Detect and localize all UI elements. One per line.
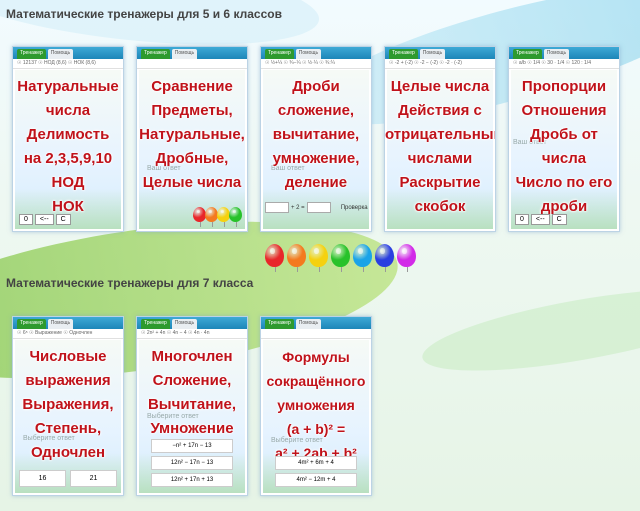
topic-selector[interactable]: ☉ 2n² + 4n ☉ 4n − 4 ☉ 4n · 4n: [137, 329, 247, 339]
section-title-grade-7: Математические тренажеры для 7 класса: [6, 276, 254, 290]
tab-help[interactable]: Помощь: [171, 319, 198, 329]
key-0[interactable]: 0: [515, 214, 529, 225]
answer-options: 16 21: [19, 470, 117, 487]
tab-trainer[interactable]: Тренажер: [141, 319, 170, 329]
answer-option[interactable]: 21: [70, 470, 117, 487]
keypad: 0 <-- C: [19, 214, 71, 225]
topic-selector[interactable]: ☉ a/b ☉ 1/4 ☉ 30 · 1/4 ☉ 120 : 1/4: [509, 59, 619, 69]
card-tabs: Тренажер Помощь: [137, 47, 247, 59]
tab-help[interactable]: Помощь: [419, 49, 446, 59]
answer-options: 4m² + 6m + 4 4m² − 12m + 4: [275, 456, 357, 487]
balloon-icon: [265, 244, 284, 272]
answer-option[interactable]: 12n² + 17n + 13: [151, 473, 233, 487]
topic-selector[interactable]: ☉ 6⁵ ☉ Выражение ☉ Одночлен: [13, 329, 123, 339]
tab-trainer[interactable]: Тренажер: [265, 319, 294, 329]
card-tabs: Тренажер Помощь: [261, 47, 371, 59]
trainer-card-polynomials[interactable]: Тренажер Помощь ☉ 2n² + 4n ☉ 4n − 4 ☉ 4n…: [136, 316, 248, 496]
card-label: Пропорции Отношения Дробь от числа Число п…: [515, 78, 613, 215]
answer-options: −n² + 17n − 13 12n² − 17n − 13 12n² + 17…: [151, 439, 233, 487]
balloon-icon: [331, 244, 350, 272]
card-label: Числовые выражения Выражения, Степень, Одн…: [22, 348, 114, 461]
card-tabs: Тренажер Помощь: [261, 317, 371, 329]
card-label: Многочлен Сложение, Вычитание, Умножение: [147, 348, 237, 437]
balloon-icon: [229, 207, 242, 227]
card-tabs: Тренажер Помощь: [509, 47, 619, 59]
card-tabs: Тренажер Помощь: [137, 317, 247, 329]
tab-help[interactable]: Помощь: [171, 49, 198, 59]
trainer-card-natural-numbers[interactable]: Тренажер Помощь ☉ 12137 ☉ НОД (8,6) ☉ НО…: [12, 46, 124, 232]
tab-trainer[interactable]: Тренажер: [513, 49, 542, 59]
trainer-card-multiplication-formulas[interactable]: Тренажер Помощь Выберите ответ Формулы со…: [260, 316, 372, 496]
tab-help[interactable]: Помощь: [295, 319, 322, 329]
answer-option[interactable]: −n² + 17n − 13: [151, 439, 233, 453]
tab-trainer[interactable]: Тренажер: [17, 49, 46, 59]
key-clear[interactable]: C: [551, 214, 567, 225]
card-tabs: Тренажер Помощь: [13, 317, 123, 329]
answer-option[interactable]: 4m² + 6m + 4: [275, 456, 357, 470]
topic-selector[interactable]: ☉ ½+¼ ☉ ¾−¼ ☉ ½·¼ ☉ ¾:¼: [261, 59, 371, 69]
balloon-icon: [353, 244, 372, 272]
tab-trainer[interactable]: Тренажер: [389, 49, 418, 59]
balloon-icon: [397, 244, 416, 272]
answer-option[interactable]: 4m² − 12m + 4: [275, 473, 357, 487]
tab-help[interactable]: Помощь: [47, 319, 74, 329]
fraction-answer-row: + 2 = Проверка: [265, 202, 368, 213]
card-label: Дроби сложение, вычитание, умножение, деле…: [272, 78, 360, 191]
tab-trainer[interactable]: Тренажер: [17, 319, 46, 329]
tab-help[interactable]: Помощь: [295, 49, 322, 59]
tab-help[interactable]: Помощь: [47, 49, 74, 59]
tab-trainer[interactable]: Тренажер: [265, 49, 294, 59]
trainer-card-fractions[interactable]: Тренажер Помощь ☉ ½+¼ ☉ ¾−¼ ☉ ½·¼ ☉ ¾:¼ …: [260, 46, 372, 232]
trainer-card-numeric-expressions[interactable]: Тренажер Помощь ☉ 6⁵ ☉ Выражение ☉ Одноч…: [12, 316, 124, 496]
card-label: Сравнение Предметы, Натуральные, Дробные, …: [139, 78, 245, 191]
balloon-icon: [309, 244, 328, 272]
balloon-icon: [375, 244, 394, 272]
balloon-icon: [287, 244, 306, 272]
card-label: Формулы сокращённого умножения (a + b)² = …: [266, 349, 366, 461]
key-backspace[interactable]: <--: [34, 214, 54, 225]
key-clear[interactable]: C: [55, 214, 71, 225]
plus-sign: + 2 =: [291, 204, 305, 211]
card-tabs: Тренажер Помощь: [13, 47, 123, 59]
card-label: Целые числа Действия с отрицательным числа…: [385, 78, 496, 215]
trainer-card-comparison[interactable]: Тренажер Помощь Ваш ответ Сравнение Предм…: [136, 46, 248, 232]
answer-field-2[interactable]: [306, 202, 331, 213]
keypad: 0 <-- C: [515, 214, 567, 225]
key-backspace[interactable]: <--: [530, 214, 550, 225]
tab-trainer[interactable]: Тренажер: [141, 49, 170, 59]
tab-help[interactable]: Помощь: [543, 49, 570, 59]
topic-selector[interactable]: [137, 59, 247, 69]
section-title-grades-5-6: Математические тренажеры для 5 и 6 класс…: [6, 7, 282, 21]
answer-option[interactable]: 16: [19, 470, 66, 487]
answer-option[interactable]: 12n² − 17n − 13: [151, 456, 233, 470]
topic-selector[interactable]: ☉ 12137 ☉ НОД (8,6) ☉ НОК (8,6): [13, 59, 123, 69]
trainer-card-integers[interactable]: Тренажер Помощь ☉ -2 + (-2) ☉ -2 − (-2) …: [384, 46, 496, 232]
answer-field-1[interactable]: [265, 202, 289, 213]
card-label: Натуральные числа Делимость на 2,3,5,9,10 …: [17, 78, 119, 215]
topic-selector[interactable]: ☉ -2 + (-2) ☉ -2 − (-2) ☉ -2 · (-2): [385, 59, 495, 69]
card-tabs: Тренажер Помощь: [385, 47, 495, 59]
topic-selector[interactable]: [261, 329, 371, 339]
key-0[interactable]: 0: [19, 214, 33, 225]
check-button[interactable]: Проверка: [341, 205, 368, 211]
trainer-card-proportions[interactable]: Тренажер Помощь ☉ a/b ☉ 1/4 ☉ 30 · 1/4 ☉…: [508, 46, 620, 232]
